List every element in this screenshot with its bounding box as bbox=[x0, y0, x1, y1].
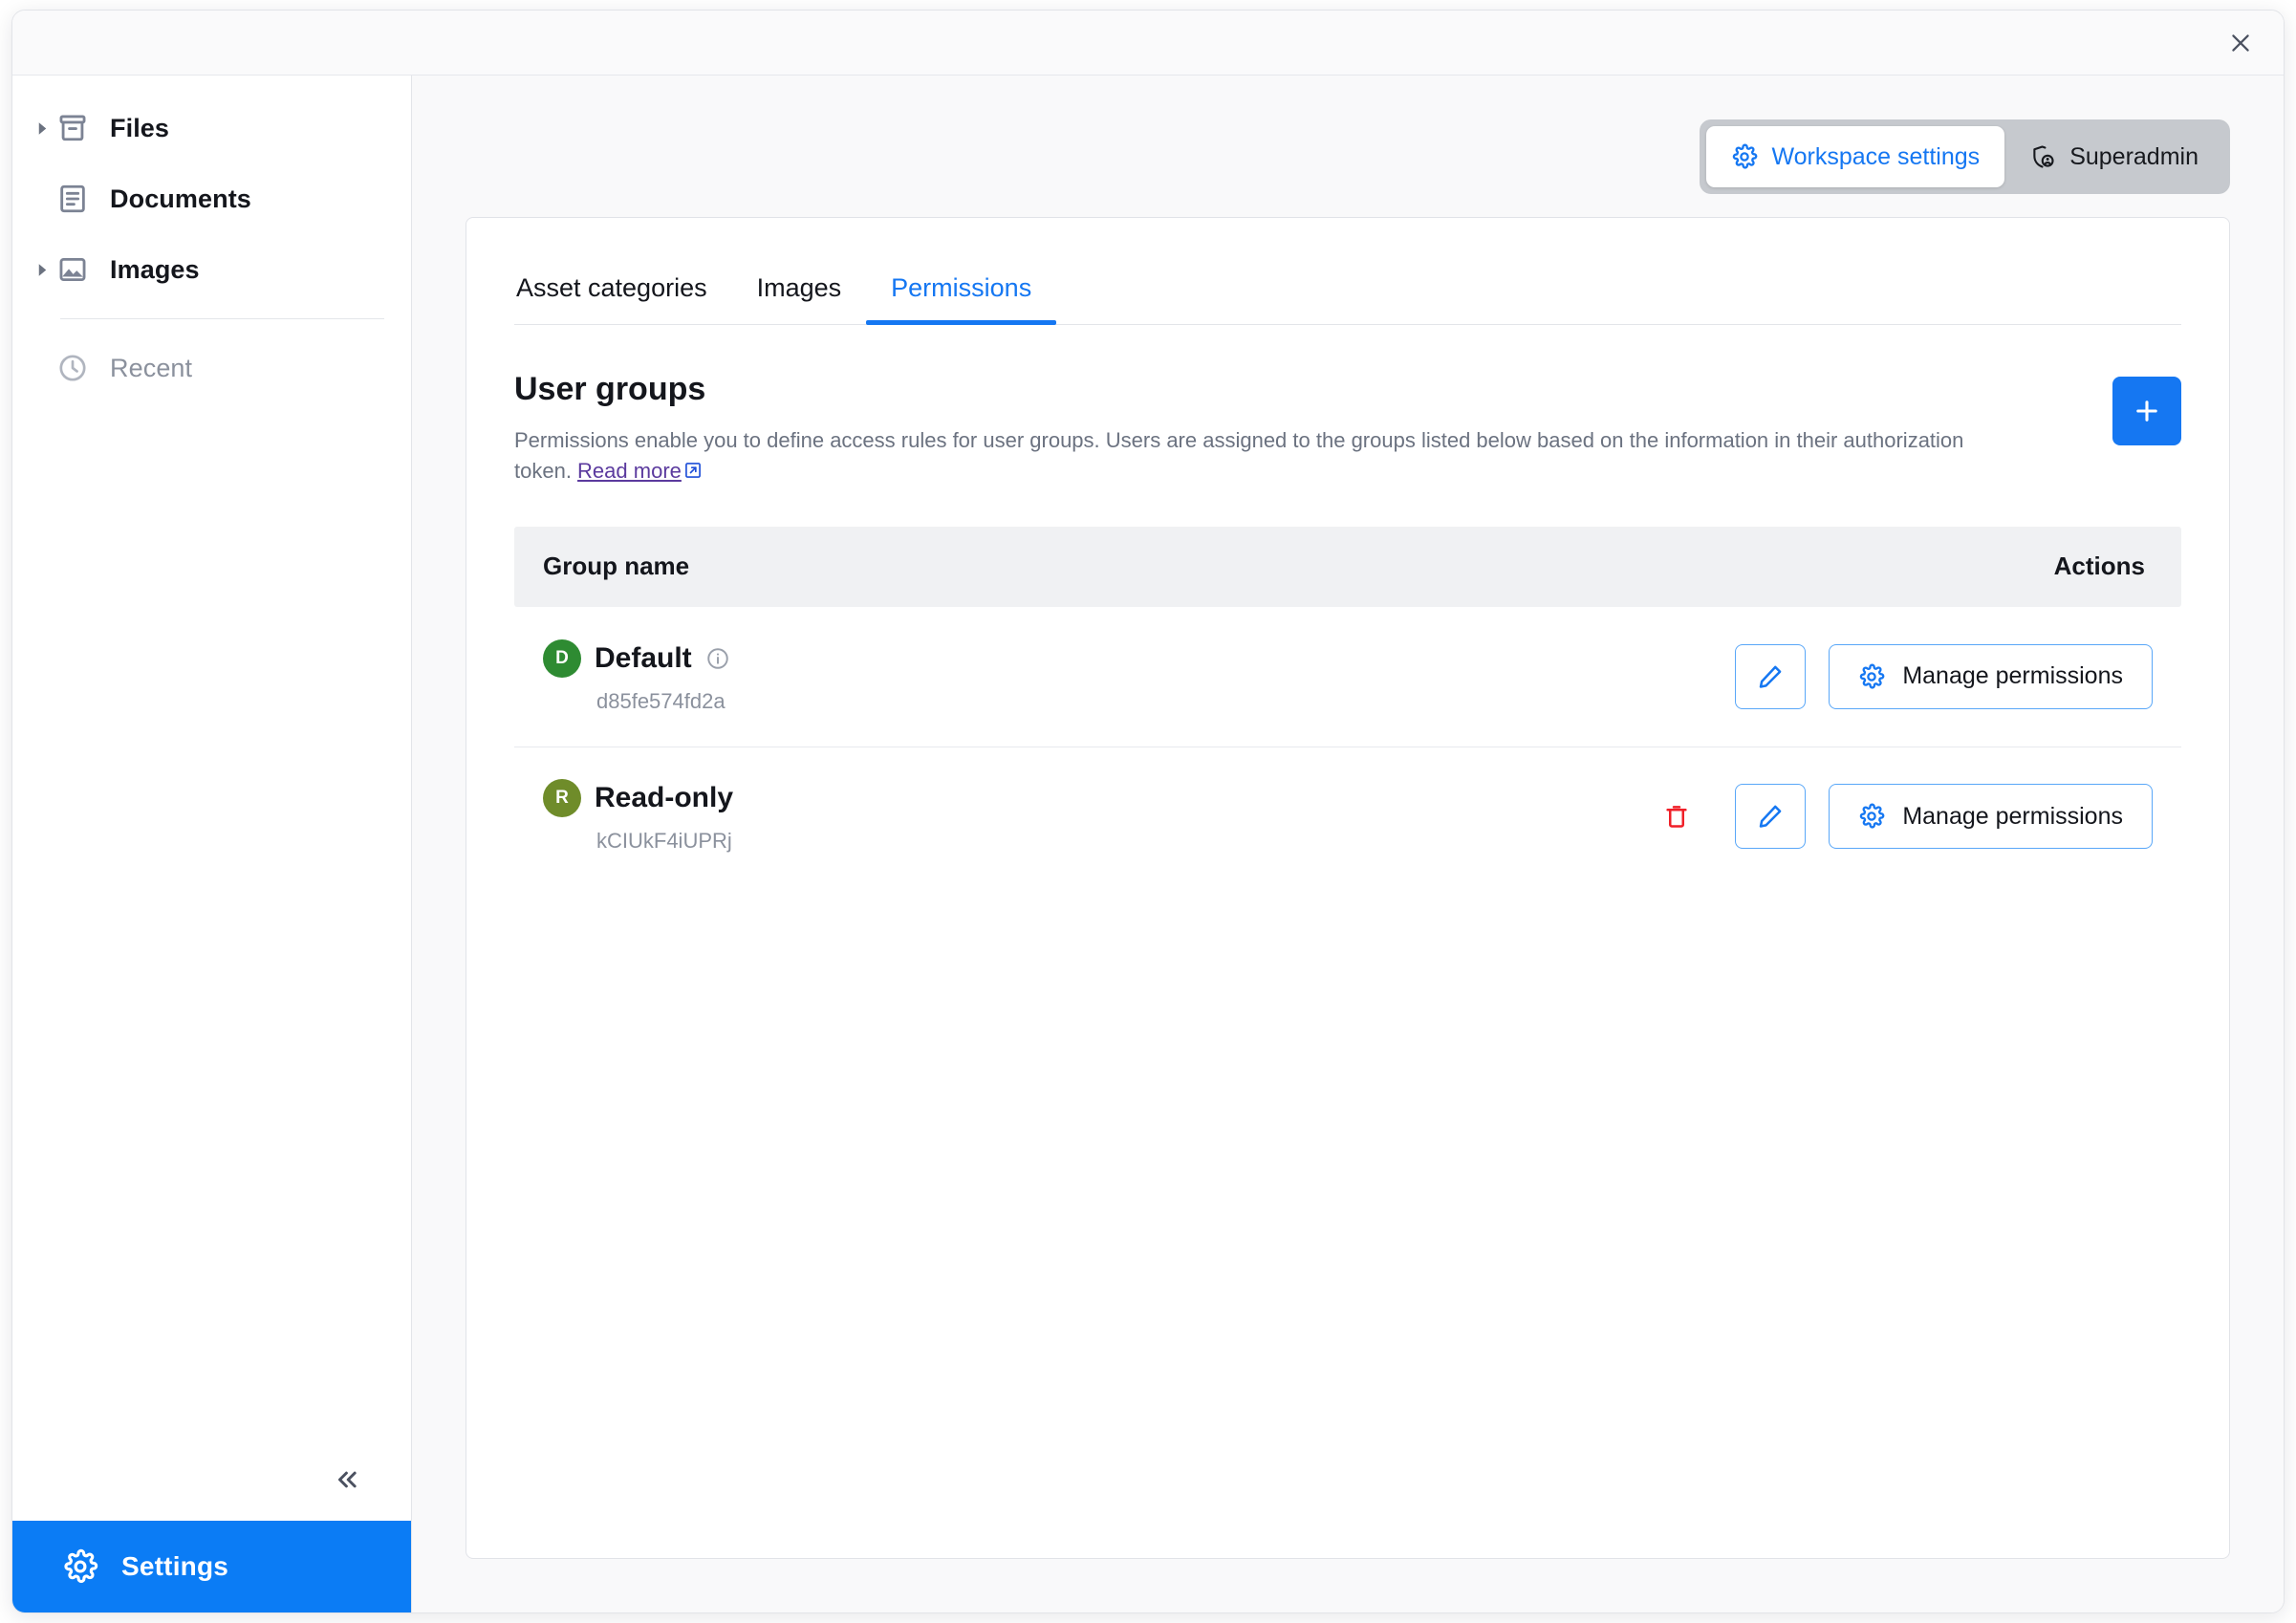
sidebar-item-label: Images bbox=[110, 254, 200, 284]
sidebar-nav: Files Documents Images Recent bbox=[12, 76, 411, 403]
group-info: R Read-only kCIUkF4iUPRj bbox=[543, 779, 1645, 854]
section-description: Permissions enable you to define access … bbox=[514, 425, 1986, 488]
row-actions: Manage permissions bbox=[1645, 784, 2153, 850]
sidebar-item-files[interactable]: Files bbox=[12, 93, 411, 163]
group-title-line: D Default bbox=[543, 638, 1645, 678]
expand-caret-icon[interactable] bbox=[28, 263, 56, 277]
edit-group-button[interactable] bbox=[1735, 784, 1807, 850]
group-id: kCIUkF4iUPRj bbox=[596, 829, 732, 854]
expand-caret-icon[interactable] bbox=[28, 121, 56, 136]
tab-label: Permissions bbox=[891, 273, 1032, 302]
gear-icon bbox=[1731, 143, 1758, 170]
archive-icon bbox=[56, 112, 100, 144]
window-title-bar bbox=[12, 11, 2284, 76]
page-title: User groups bbox=[514, 371, 706, 407]
screenshot-root: Files Documents Images Recent Settings W… bbox=[0, 0, 2296, 1623]
collapse-sidebar-button[interactable] bbox=[325, 1458, 369, 1502]
group-name: Read-only bbox=[595, 782, 734, 814]
document-icon bbox=[56, 183, 100, 215]
pencil-icon bbox=[1760, 665, 1782, 688]
sidebar-item-recent[interactable]: Recent bbox=[12, 333, 411, 403]
tab-label: Asset categories bbox=[516, 273, 707, 302]
tab-permissions[interactable]: Permissions bbox=[866, 264, 1057, 325]
tab-images[interactable]: Images bbox=[732, 264, 867, 324]
tab-bar: Asset categories Images Permissions bbox=[514, 264, 2181, 325]
column-header-group-name: Group name bbox=[543, 552, 690, 581]
manage-permissions-label: Manage permissions bbox=[1902, 802, 2123, 830]
tab-asset-categories[interactable]: Asset categories bbox=[516, 264, 732, 324]
chevron-double-left-icon bbox=[338, 1471, 357, 1488]
avatar-initial: D bbox=[555, 647, 569, 668]
sidebar-item-images[interactable]: Images bbox=[12, 234, 411, 305]
edit-group-button[interactable] bbox=[1735, 643, 1807, 709]
group-id: d85fe574fd2a bbox=[596, 688, 726, 713]
pencil-icon bbox=[1760, 805, 1782, 829]
avatar: R bbox=[543, 779, 581, 818]
settings-button[interactable]: Settings bbox=[12, 1521, 411, 1612]
group-info: D Default d85fe574fd2a bbox=[543, 638, 1645, 714]
shield-user-icon bbox=[2029, 143, 2056, 170]
section-header: User groups Permissions enable you to de… bbox=[514, 325, 2181, 488]
row-actions: Manage permissions bbox=[1645, 643, 2153, 709]
add-group-button[interactable] bbox=[2112, 377, 2181, 445]
avatar: D bbox=[543, 638, 581, 678]
main-content: Workspace settings Superadmin Asset cate… bbox=[412, 76, 2284, 1612]
user-groups-table: Group name Actions D Default d85fe574fd2… bbox=[514, 526, 2181, 886]
sidebar-item-documents[interactable]: Documents bbox=[12, 163, 411, 234]
plus-icon bbox=[2136, 400, 2157, 422]
workspace-settings-label: Workspace settings bbox=[1771, 142, 1981, 170]
gear-icon bbox=[1858, 803, 1885, 830]
read-more-label: Read more bbox=[577, 458, 682, 483]
sidebar-collapse-row bbox=[12, 1439, 411, 1521]
manage-permissions-label: Manage permissions bbox=[1902, 662, 2123, 690]
superadmin-label: Superadmin bbox=[2069, 142, 2199, 170]
info-icon[interactable] bbox=[705, 646, 730, 671]
mode-toggle-wrap: Workspace settings Superadmin bbox=[412, 76, 2284, 194]
manage-permissions-button[interactable]: Manage permissions bbox=[1829, 643, 2153, 709]
external-link-icon bbox=[683, 458, 703, 488]
app-window: Files Documents Images Recent Settings W… bbox=[11, 10, 2285, 1613]
trash-icon bbox=[1666, 806, 1687, 829]
sidebar-item-label: Files bbox=[110, 113, 170, 142]
sidebar: Files Documents Images Recent Settings bbox=[12, 76, 412, 1612]
avatar-initial: R bbox=[555, 788, 569, 809]
window-body: Files Documents Images Recent Settings W… bbox=[12, 76, 2284, 1612]
settings-label: Settings bbox=[121, 1551, 229, 1581]
sidebar-item-label: Recent bbox=[110, 353, 193, 382]
table-header-row: Group name Actions bbox=[514, 526, 2181, 607]
sidebar-divider bbox=[60, 318, 384, 319]
tab-workspace-settings[interactable]: Workspace settings bbox=[1706, 126, 2005, 187]
mode-toggle: Workspace settings Superadmin bbox=[1700, 119, 2230, 194]
clock-icon bbox=[56, 352, 100, 384]
gear-icon bbox=[1858, 663, 1885, 690]
group-name: Default bbox=[595, 641, 692, 674]
section-text: User groups Permissions enable you to de… bbox=[514, 371, 1986, 488]
close-icon bbox=[2232, 33, 2249, 52]
close-button[interactable] bbox=[2219, 21, 2263, 65]
group-title-line: R Read-only bbox=[543, 779, 1645, 818]
table-row: R Read-only kCIUkF4iUPRj Manage permissi… bbox=[514, 746, 2181, 886]
settings-card: Asset categories Images Permissions User… bbox=[466, 217, 2230, 1559]
description-text: Permissions enable you to define access … bbox=[514, 428, 1964, 483]
tab-label: Images bbox=[756, 273, 842, 302]
column-header-actions: Actions bbox=[2053, 552, 2145, 581]
sidebar-item-label: Documents bbox=[110, 184, 251, 213]
table-empty-space bbox=[514, 886, 2181, 1558]
tab-superadmin[interactable]: Superadmin bbox=[2004, 126, 2223, 187]
read-more-link[interactable]: Read more bbox=[577, 459, 682, 483]
delete-group-button[interactable] bbox=[1645, 788, 1708, 845]
gear-icon bbox=[62, 1548, 98, 1585]
manage-permissions-button[interactable]: Manage permissions bbox=[1829, 784, 2153, 850]
image-icon bbox=[56, 253, 100, 286]
table-row: D Default d85fe574fd2a Manage permission… bbox=[514, 607, 2181, 747]
